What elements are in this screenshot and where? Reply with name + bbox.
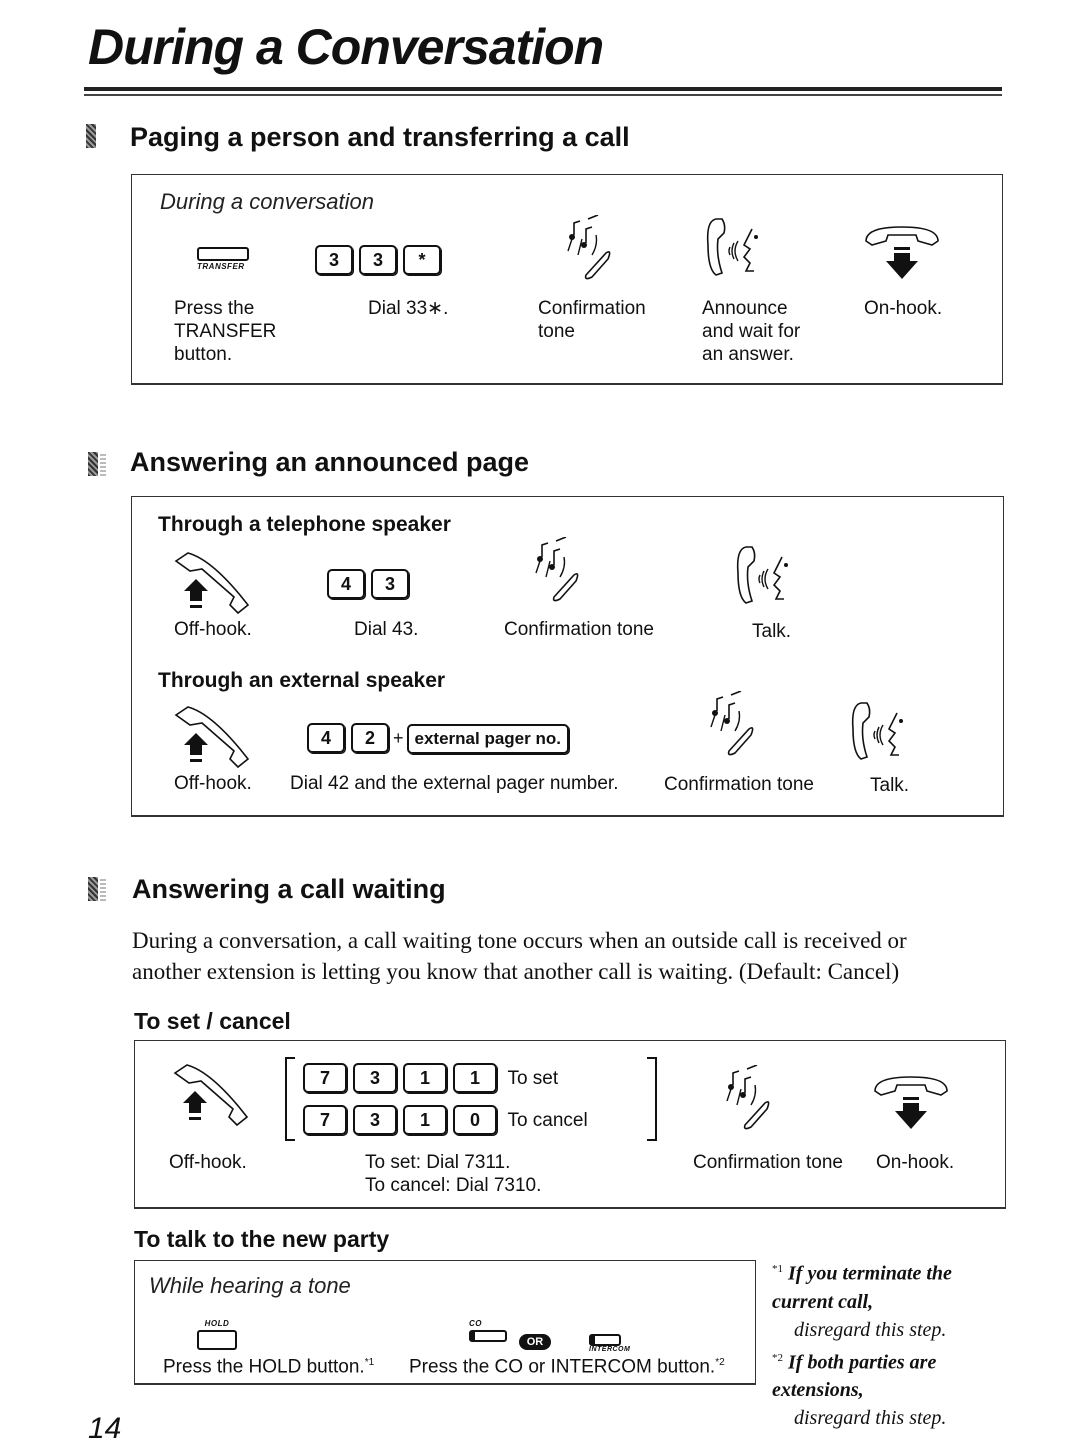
off-hook-icon	[174, 552, 250, 615]
bracket-left	[285, 1057, 295, 1141]
key-2: 2	[351, 723, 389, 753]
step-label: Announce and wait for an answer.	[702, 298, 801, 365]
dial-keys-icon: 4 2 + external pager no.	[307, 723, 569, 754]
confirmation-tone-icon	[567, 215, 611, 280]
new-party-box: While hearing a tone HOLD CO OR INTERCOM…	[134, 1260, 756, 1385]
footnotes: *1 If you terminate the current call, di…	[772, 1255, 1002, 1432]
step-label: Press the CO or INTERCOM button.*2	[409, 1356, 725, 1378]
talk-icon	[736, 546, 788, 604]
or-badge: OR	[519, 1332, 551, 1350]
key-3: 3	[315, 245, 353, 275]
step-label: Off-hook.	[174, 619, 252, 640]
to-cancel-text: To cancel	[507, 1110, 588, 1131]
step-label: Dial 42 and the external pager number.	[290, 773, 619, 794]
step-label: Dial 43.	[354, 619, 419, 640]
page-title: During a Conversation	[88, 19, 604, 75]
step-label: Press the TRANSFER button.	[174, 298, 277, 365]
section-heading-paging: Paging a person and transferring a call	[130, 122, 630, 152]
title-rule	[84, 87, 1002, 91]
step-label: Off-hook.	[169, 1152, 247, 1173]
step-label: On-hook.	[876, 1152, 955, 1173]
dial-keys-icon: 43	[327, 569, 415, 599]
step-label: Confirmation tone	[538, 298, 646, 342]
title-rule	[84, 94, 1002, 96]
step-label: Press the HOLD button.*1	[163, 1356, 375, 1378]
step-label: Confirmation tone	[504, 619, 654, 640]
subheading-set-cancel: To set / cancel	[134, 1008, 291, 1034]
key-star: *	[403, 245, 441, 275]
confirmation-tone-icon	[726, 1065, 770, 1130]
step-label: Talk.	[752, 621, 792, 642]
subheading-external-speaker: Through an external speaker	[158, 669, 446, 692]
on-hook-icon	[865, 226, 939, 279]
plus-sign: +	[393, 728, 404, 748]
step-label: Talk.	[870, 775, 910, 796]
on-hook-icon	[874, 1076, 948, 1129]
footnote-ref: *1	[364, 1357, 375, 1368]
talk-icon	[851, 702, 903, 760]
section-heading-answering-page: Answering an announced page	[130, 447, 530, 477]
confirmation-tone-icon	[535, 537, 579, 602]
set-cancel-box: 7311 To set 7310 To cancel Off-hook. To …	[134, 1040, 1006, 1209]
bracket-right	[647, 1057, 657, 1141]
section-marker	[88, 877, 98, 901]
section-marker	[88, 452, 98, 476]
off-hook-icon	[174, 706, 250, 769]
section-heading-call-waiting: Answering a call waiting	[132, 874, 446, 904]
set-keys-row: 7311 To set	[303, 1063, 558, 1093]
call-waiting-description: During a conversation, a call waiting to…	[132, 928, 907, 984]
off-hook-icon	[173, 1064, 249, 1127]
context-label: While hearing a tone	[149, 1273, 351, 1298]
paging-procedure-box: During a conversation TRANSFER 3 3 * Press…	[131, 174, 1003, 385]
key-4: 4	[327, 569, 365, 599]
confirmation-tone-icon	[710, 691, 754, 756]
step-label: Confirmation tone	[664, 774, 814, 795]
footnote-ref: *2	[715, 1357, 725, 1368]
step-label: Dial 33∗.	[368, 298, 449, 319]
context-label: During a conversation	[160, 189, 375, 214]
dial-keys-icon: 3 3 *	[315, 245, 447, 275]
page-number: 14	[88, 1412, 122, 1445]
footnote-2: *2 If both parties are extensions, disre…	[772, 1351, 947, 1430]
key-3: 3	[371, 569, 409, 599]
external-pager-key: external pager no.	[406, 724, 569, 754]
hold-button-icon: HOLD	[197, 1319, 237, 1350]
section-marker	[100, 877, 106, 901]
key-3: 3	[359, 245, 397, 275]
footnote-1: *1 If you terminate the current call, di…	[772, 1262, 952, 1341]
key-4: 4	[307, 723, 345, 753]
subheading-telephone-speaker: Through a telephone speaker	[158, 513, 451, 536]
cancel-keys-row: 7310 To cancel	[303, 1105, 588, 1135]
step-label: On-hook.	[864, 298, 943, 319]
to-set-text: To set	[507, 1068, 559, 1089]
transfer-button-icon: TRANSFER	[197, 247, 249, 271]
step-label: Confirmation tone	[693, 1152, 843, 1173]
step-label: Off-hook.	[174, 773, 252, 794]
subheading-new-party: To talk to the new party	[134, 1226, 390, 1252]
talk-icon	[706, 218, 758, 276]
section-marker	[86, 124, 96, 148]
answering-page-box: Through a telephone speaker 43 Off-hook.…	[131, 496, 1004, 817]
step-label: To set: Dial 7311. To cancel: Dial 7310.	[365, 1152, 542, 1196]
section-marker	[100, 452, 106, 476]
co-button-icon: CO	[469, 1319, 507, 1342]
